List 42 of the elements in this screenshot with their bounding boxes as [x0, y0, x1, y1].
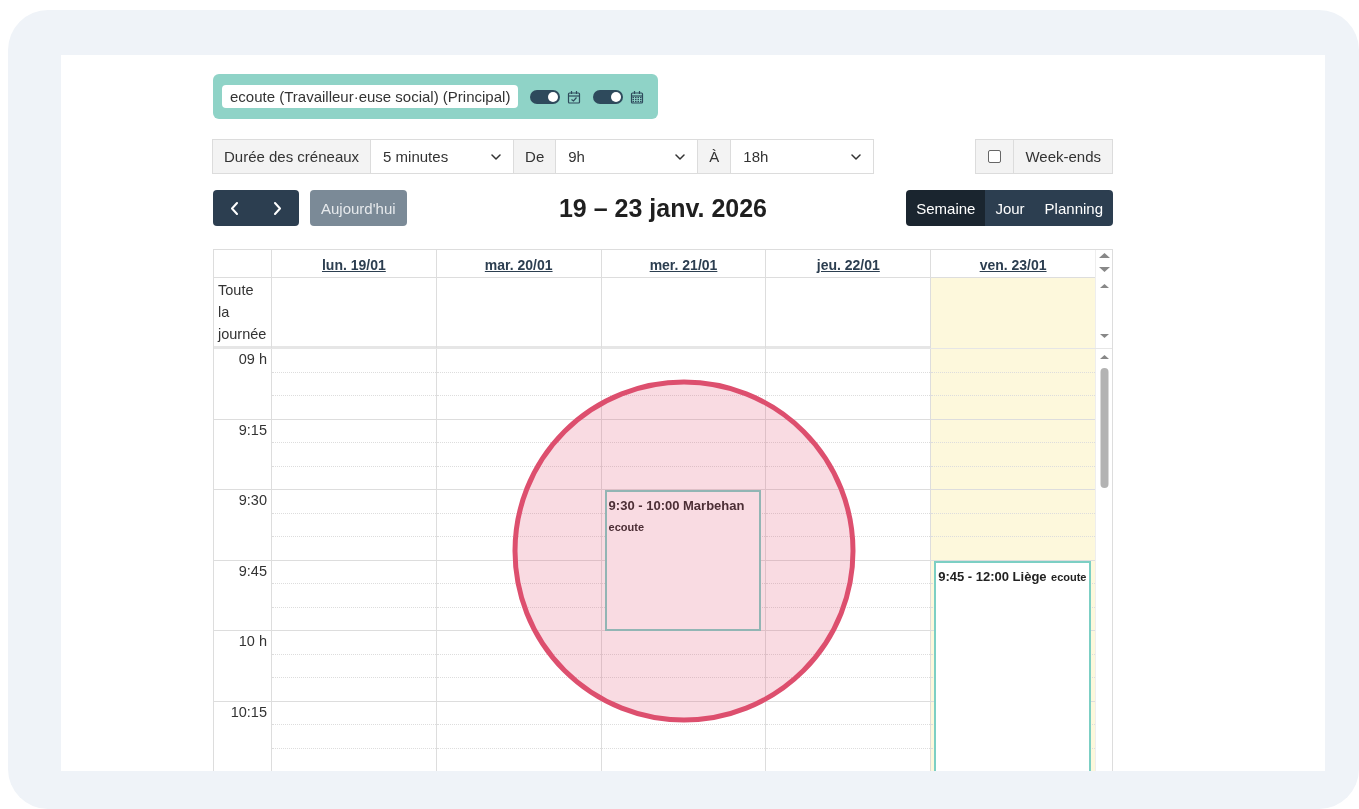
time-label: 10:15: [230, 703, 267, 720]
time-label: 09 h: [238, 351, 267, 367]
time-label: 10 h: [238, 633, 267, 649]
calendar-icon: [630, 89, 645, 104]
toggle-switch[interactable]: [593, 89, 624, 104]
time-label: 9:45: [238, 562, 267, 579]
field-label: De: [513, 139, 557, 174]
event-card[interactable]: 9:30 - 10:00 Marbehan ecoute: [604, 490, 762, 631]
chevron-down-icon: [851, 153, 862, 160]
field-label: Durée des créneaux: [212, 139, 372, 174]
time-label: 9:30: [238, 492, 267, 508]
view-tab[interactable]: Semaine: [906, 190, 986, 226]
all-day-label: Toute la journée: [216, 281, 268, 344]
event-calendar: ecoute: [608, 521, 645, 533]
next-button[interactable]: [256, 190, 299, 226]
calendar-check-icon: [567, 89, 582, 104]
time-label: 9:15: [238, 421, 267, 438]
chevron-right-icon: [274, 201, 281, 215]
day-header-link[interactable]: mer. 21/01: [649, 257, 718, 273]
view-tab[interactable]: Planning: [1034, 190, 1113, 226]
view-tab[interactable]: Jour: [985, 190, 1035, 226]
chevron-left-icon: [231, 201, 238, 215]
chevron-down-icon: [675, 153, 686, 160]
checkbox-label[interactable]: Week-ends: [1013, 139, 1113, 174]
select-field[interactable]: 9h: [555, 139, 699, 174]
chevron-down-icon: [491, 153, 502, 160]
day-header-link[interactable]: jeu. 22/01: [816, 257, 880, 273]
previous-button[interactable]: [213, 190, 256, 226]
select-field[interactable]: 5 minutes: [370, 139, 515, 174]
event-card[interactable]: 9:45 - 12:00 Liège ecoute: [934, 560, 1091, 771]
event-title: 9:30 - 10:00 Marbehan: [608, 498, 745, 513]
day-header-link[interactable]: ven. 23/01: [979, 257, 1047, 273]
event-title: 9:45 - 12:00 Liège: [938, 568, 1047, 584]
day-header-link[interactable]: lun. 19/01: [322, 257, 386, 273]
checkbox[interactable]: [988, 150, 1002, 163]
calendar-label: ecoute (Travailleur·euse social) (Principal): [222, 85, 519, 108]
event-calendar: ecoute: [1051, 570, 1087, 583]
select-field[interactable]: 18h: [730, 139, 875, 174]
toggle-switch[interactable]: [530, 89, 561, 104]
day-header-link[interactable]: mar. 20/01: [484, 257, 553, 273]
field-label: À: [697, 139, 732, 174]
date-range-title: 19 – 23 janv. 2026: [558, 193, 767, 223]
